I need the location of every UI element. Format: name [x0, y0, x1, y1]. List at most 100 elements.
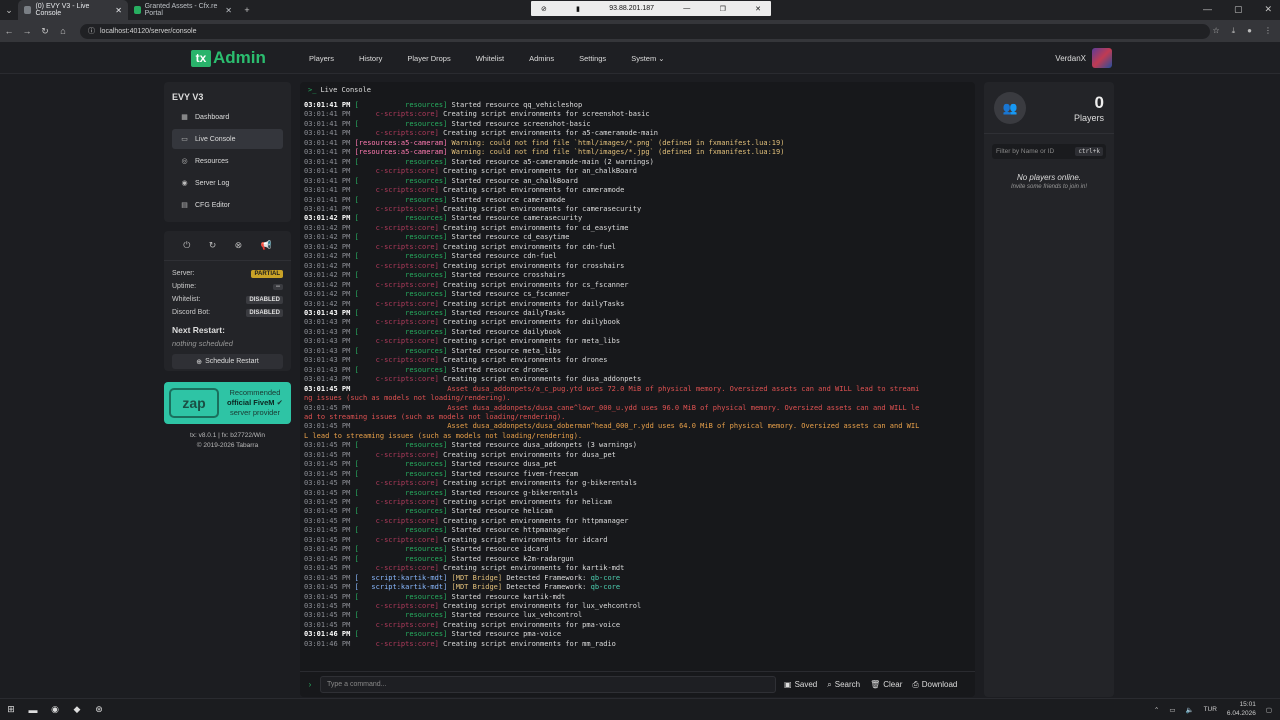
profile-icon[interactable]: ●: [1247, 26, 1252, 36]
nav-player-drops[interactable]: Player Drops: [407, 54, 450, 63]
console-line: 03:01:45 PM c-scripts:core] Creating scr…: [304, 621, 968, 630]
tray-chevron-icon[interactable]: ⌃: [1154, 706, 1159, 714]
zap-hosting-banner[interactable]: zap Recommended official FiveM ✔ server …: [164, 382, 291, 424]
console-line: 03:01:45 PM [ resources] Started resourc…: [304, 555, 968, 564]
log-message: Started resource g-bikerentals: [451, 488, 578, 497]
nav-settings[interactable]: Settings: [579, 54, 606, 63]
maximize-icon[interactable]: ▢: [1234, 4, 1243, 15]
button-label: Download: [921, 680, 958, 689]
console-line: 03:01:43 PM c-scripts:core] Creating scr…: [304, 318, 968, 327]
log-message: Started resource httpmanager: [451, 526, 570, 535]
logo-mark: tx: [191, 49, 211, 67]
power-off-icon[interactable]: ⏻: [183, 240, 190, 260]
app-icon[interactable]: ◆: [66, 704, 88, 715]
kick-all-icon[interactable]: ⊗: [235, 240, 243, 260]
close-icon[interactable]: ✕: [115, 6, 122, 15]
log-message: Creating script environments for a5-came…: [443, 129, 659, 138]
log-timestamp: 03:01:45 PM: [304, 516, 355, 525]
back-icon[interactable]: ←: [0, 26, 18, 36]
avatar: [1092, 48, 1112, 68]
log-timestamp: 03:01:42 PM: [304, 233, 355, 242]
nav-history[interactable]: History: [359, 54, 382, 63]
log-message: Creating script environments for meta_li…: [443, 337, 621, 346]
restart-icon[interactable]: ↻: [209, 240, 217, 260]
log-channel: [resources:a5-cameram]: [354, 138, 452, 147]
log-channel: c-scripts:core]: [354, 186, 444, 195]
command-input[interactable]: Type a command...: [320, 676, 776, 693]
network-icon[interactable]: ▭: [1169, 706, 1175, 714]
user-menu[interactable]: VerdanX: [1055, 48, 1112, 68]
console-line: 03:01:43 PM c-scripts:core] Creating scr…: [304, 356, 968, 365]
schedule-restart-button[interactable]: ⊕ Schedule Restart: [172, 354, 283, 369]
txadmin-logo[interactable]: tx Admin: [191, 48, 266, 68]
tab-live-console[interactable]: (0) EVY V3 - Live Console ✕: [18, 0, 128, 20]
url-input[interactable]: ⓘ localhost:40120/server/console: [80, 23, 1210, 39]
file-explorer-icon[interactable]: ▬: [22, 705, 44, 715]
chrome-icon[interactable]: ◉: [44, 704, 66, 715]
log-channel: c-scripts:core]: [354, 261, 444, 270]
log-channel: c-scripts:core]: [354, 280, 444, 289]
nav-system[interactable]: System ⌄: [631, 54, 664, 63]
minimize-icon[interactable]: —: [1203, 4, 1212, 15]
tab-granted-assets[interactable]: Granted Assets - Cfx.re Portal ✕: [128, 0, 238, 20]
forward-icon[interactable]: →: [18, 26, 36, 36]
search-button[interactable]: ⌕ Search: [827, 680, 860, 690]
home-icon[interactable]: ⌂: [54, 26, 72, 36]
log-channel: c-scripts:core]: [354, 110, 444, 119]
player-filter-input[interactable]: Filter by Name or ID ctrl+k: [992, 144, 1106, 159]
clock[interactable]: 15:01 6.04.2026: [1227, 701, 1256, 718]
log-channel: [ resources]: [354, 271, 452, 280]
nav-admins[interactable]: Admins: [529, 54, 554, 63]
announce-icon[interactable]: 📢: [261, 240, 272, 260]
reload-icon[interactable]: ↻: [36, 26, 54, 37]
bookmark-icon[interactable]: ☆: [1212, 26, 1219, 36]
new-tab-icon[interactable]: +: [238, 5, 256, 15]
language-indicator[interactable]: TUR: [1204, 706, 1217, 713]
console-line: ng issues (such as models not loading/re…: [304, 394, 968, 403]
log-message: Creating script environments for lux_veh…: [443, 602, 642, 611]
mdt-prefix: [MDT Bridge]: [451, 573, 507, 582]
log-timestamp: 03:01:45 PM: [304, 545, 355, 554]
site-info-icon[interactable]: ⓘ: [88, 26, 95, 36]
download-icon[interactable]: ⤓: [1232, 26, 1236, 36]
log-timestamp: 03:01:43 PM: [304, 308, 355, 317]
log-timestamp: 03:01:41 PM: [304, 204, 355, 213]
minimize-icon[interactable]: —: [683, 5, 690, 12]
download-button[interactable]: ⎙ Download: [912, 680, 957, 690]
sidebar-item-cfg-editor[interactable]: ▤ CFG Editor: [172, 195, 283, 215]
console-line: 03:01:43 PM [ resources] Started resourc…: [304, 328, 968, 337]
log-channel: c-scripts:core]: [354, 639, 444, 648]
console-line: 03:01:45 PM [ script:kartik-mdt] [MDT Br…: [304, 583, 968, 592]
console-line: 03:01:41 PM [ resources] Started resourc…: [304, 101, 968, 110]
close-icon[interactable]: ✕: [755, 5, 761, 13]
restore-icon[interactable]: ❐: [720, 5, 726, 13]
saved-button[interactable]: ▣ Saved: [784, 680, 817, 690]
log-channel: c-scripts:core]: [354, 242, 444, 251]
xbox-icon[interactable]: ⊛: [88, 704, 110, 715]
sidebar-item-live-console[interactable]: ▭ Live Console: [172, 129, 283, 149]
console-log[interactable]: 03:01:41 PM [ resources] Started resourc…: [304, 101, 968, 656]
notification-icon[interactable]: ▢: [1266, 706, 1272, 714]
tab-search-icon[interactable]: ⌄: [0, 5, 18, 16]
menu-icon[interactable]: ⋮: [1264, 26, 1272, 36]
nav-players[interactable]: Players: [309, 54, 334, 63]
sidebar-item-resources[interactable]: ◎ Resources: [172, 151, 283, 171]
windows-start-icon[interactable]: ⊞: [0, 704, 22, 715]
log-channel: c-scripts:core]: [354, 129, 444, 138]
sidebar-item-server-log[interactable]: ◉ Server Log: [172, 173, 283, 193]
log-message: Started resource k2m-radargun: [451, 554, 574, 563]
terminal-icon: ▭: [181, 136, 188, 143]
pin-icon[interactable]: ⊘: [541, 5, 547, 13]
username: VerdanX: [1055, 53, 1086, 63]
console-line: 03:01:42 PM c-scripts:core] Creating scr…: [304, 224, 968, 233]
console-line: 03:01:42 PM [ resources] Started resourc…: [304, 290, 968, 299]
favicon-icon: [134, 6, 141, 14]
nav-whitelist[interactable]: Whitelist: [476, 54, 504, 63]
volume-icon[interactable]: 🔈: [1185, 706, 1193, 714]
log-timestamp: 03:01:42 PM: [304, 299, 355, 308]
log-message: ng issues (such as models not loading/re…: [304, 394, 511, 403]
close-icon[interactable]: ✕: [225, 6, 232, 15]
sidebar-item-dashboard[interactable]: ▦ Dashboard: [172, 107, 283, 127]
close-icon[interactable]: ✕: [1264, 4, 1272, 15]
clear-button[interactable]: 🗑 Clear: [870, 680, 902, 690]
